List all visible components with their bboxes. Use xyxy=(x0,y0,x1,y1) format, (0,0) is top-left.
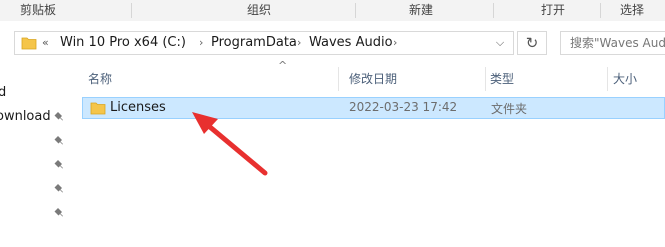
ribbon-divider xyxy=(131,3,132,18)
refresh-button[interactable]: ↻ xyxy=(517,31,547,55)
pin-icon xyxy=(54,160,63,169)
column-header-modified[interactable]: 修改日期 xyxy=(349,70,397,87)
breadcrumb-separator-icon[interactable]: › xyxy=(297,32,301,54)
breadcrumb-waves-audio[interactable]: Waves Audio xyxy=(309,32,393,54)
nav-item-downloads[interactable]: ownload xyxy=(0,109,51,124)
address-bar[interactable]: « Win 10 Pro x64 (C:) › ProgramData › Wa… xyxy=(14,31,514,55)
breadcrumb-separator-icon[interactable]: › xyxy=(393,32,397,54)
address-row: « Win 10 Pro x64 (C:) › ProgramData › Wa… xyxy=(0,21,665,65)
folder-icon xyxy=(90,102,106,115)
column-divider[interactable] xyxy=(485,67,486,91)
pin-icon xyxy=(54,112,63,121)
file-name[interactable]: Licenses xyxy=(110,100,166,115)
address-dropdown-icon[interactable]: ⌵ xyxy=(489,32,511,54)
ribbon-group-clipboard[interactable]: 剪贴板 xyxy=(20,0,56,21)
ribbon-divider xyxy=(600,3,601,18)
ribbon-divider xyxy=(493,3,494,18)
column-header-row: ^ 名称 修改日期 类型 大小 xyxy=(72,59,665,91)
file-modified: 2022-03-23 17:42 xyxy=(349,100,458,114)
column-divider[interactable] xyxy=(338,67,339,91)
column-header-type[interactable]: 类型 xyxy=(490,70,514,87)
navigation-pane: d ownload xyxy=(0,65,72,247)
breadcrumb-drive[interactable]: Win 10 Pro x64 (C:) xyxy=(60,32,186,54)
pin-icon xyxy=(54,208,63,217)
sort-ascending-icon: ^ xyxy=(278,59,288,72)
ribbon-group-new[interactable]: 新建 xyxy=(409,0,433,21)
column-header-size[interactable]: 大小 xyxy=(613,70,637,87)
folder-icon xyxy=(21,37,37,50)
pin-icon xyxy=(54,136,63,145)
ribbon-group-organize[interactable]: 组织 xyxy=(247,0,271,21)
ribbon-group-open[interactable]: 打开 xyxy=(541,0,565,21)
breadcrumb-programdata[interactable]: ProgramData xyxy=(211,32,297,54)
breadcrumb-separator-icon[interactable]: › xyxy=(199,32,203,54)
search-input[interactable]: 搜索"Waves Audio" xyxy=(560,31,665,55)
file-type: 文件夹 xyxy=(491,102,528,116)
column-divider[interactable] xyxy=(607,67,608,91)
ribbon-group-select[interactable]: 选择 xyxy=(620,0,644,21)
ribbon-divider xyxy=(355,3,356,18)
column-header-name[interactable]: 名称 xyxy=(88,70,112,87)
file-row-licenses[interactable]: Licenses 2022-03-23 17:42 文件夹 xyxy=(82,97,665,119)
ribbon-group-bar: 剪贴板 组织 新建 打开 选择 xyxy=(0,0,665,22)
pin-icon xyxy=(54,184,63,193)
nav-item-partial[interactable]: d xyxy=(0,85,6,100)
overflow-chevron-icon[interactable]: « xyxy=(42,35,49,51)
